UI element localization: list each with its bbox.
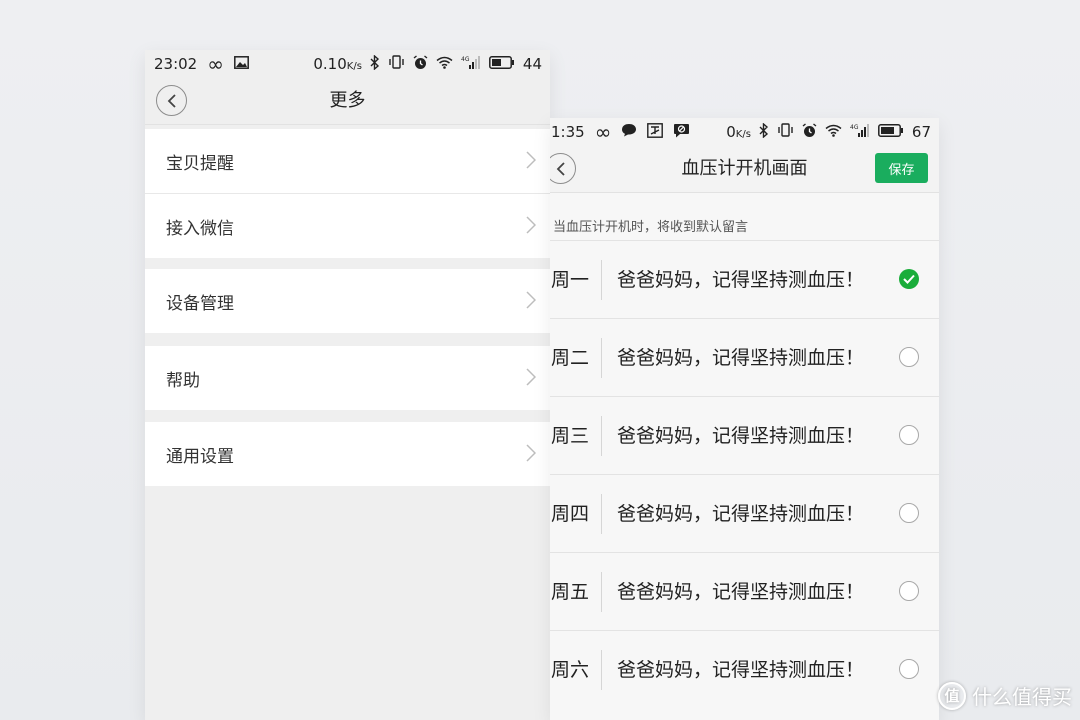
radio-button[interactable]	[899, 503, 919, 523]
menu-item-label: 接入微信	[166, 218, 234, 239]
status-bar: 23:02 ∞ 0.10K/s 4G 44	[145, 50, 550, 78]
signal-4g-icon: 4G	[850, 123, 870, 141]
status-bar: 1:35 ∞ 0K/s 4G 67	[550, 118, 939, 146]
radio-button[interactable]	[899, 581, 919, 601]
day-label: 周二	[551, 347, 590, 369]
infinity-icon: ∞	[594, 120, 612, 144]
chevron-right-icon	[526, 216, 536, 234]
page-title: 更多	[329, 90, 366, 111]
message-row-monday[interactable]: 周一 爸爸妈妈，记得坚持测血压！	[550, 240, 939, 319]
divider	[601, 338, 602, 378]
radio-button[interactable]	[899, 425, 919, 445]
back-button[interactable]	[156, 85, 187, 116]
day-label: 周五	[551, 581, 590, 603]
message-icon	[621, 123, 637, 141]
menu-item-connect-wechat[interactable]: 接入微信	[145, 194, 550, 258]
nav-bar: 更多	[145, 78, 550, 125]
app-notification-icon	[647, 122, 664, 142]
menu-item-label: 通用设置	[166, 446, 234, 467]
chevron-right-icon	[526, 444, 536, 462]
network-speed: 0K/s	[726, 123, 751, 141]
wifi-icon	[825, 123, 842, 141]
message-row-thursday[interactable]: 周四 爸爸妈妈，记得坚持测血压！	[550, 474, 939, 553]
radio-button[interactable]	[899, 347, 919, 367]
message-row-wednesday[interactable]: 周三 爸爸妈妈，记得坚持测血压！	[550, 396, 939, 475]
message-text: 爸爸妈妈，记得坚持测血压！	[617, 425, 865, 447]
menu-item-baby-reminder[interactable]: 宝贝提醒	[145, 129, 550, 193]
watermark-text: 什么值得买	[972, 685, 1072, 709]
selected-check-icon[interactable]	[899, 269, 919, 289]
network-speed: 0.10K/s	[313, 55, 362, 73]
watermark: 值 什么值得买	[938, 681, 1072, 710]
menu-item-help[interactable]: 帮助	[145, 346, 550, 410]
svg-text:4G: 4G	[850, 124, 859, 131]
divider	[601, 260, 602, 300]
boot-screen-settings: 1:35 ∞ 0K/s 4G 67 血压计开机画面 保存 当血压计开机时，将收到…	[550, 118, 939, 720]
message-text: 爸爸妈妈，记得坚持测血压！	[617, 347, 865, 369]
message-text: 爸爸妈妈，记得坚持测血压！	[617, 503, 865, 525]
chevron-left-icon	[167, 93, 176, 108]
message-text: 爸爸妈妈，记得坚持测血压！	[617, 659, 865, 681]
save-button[interactable]: 保存	[875, 153, 928, 183]
more-screen: 23:02 ∞ 0.10K/s 4G 44 更多 宝贝提醒 接入微信 设备管理 …	[145, 50, 550, 720]
message-row-tuesday[interactable]: 周二 爸爸妈妈，记得坚持测血压！	[550, 318, 939, 397]
clock-text: 1:35	[551, 123, 585, 141]
chevron-right-icon	[526, 368, 536, 386]
day-label: 周六	[551, 659, 590, 681]
battery-icon	[877, 123, 904, 141]
alarm-icon	[413, 54, 428, 74]
message-text: 爸爸妈妈，记得坚持测血压！	[617, 581, 865, 603]
vibrate-icon	[388, 55, 405, 73]
menu-item-label: 设备管理	[166, 293, 234, 314]
radio-button[interactable]	[899, 659, 919, 679]
chevron-right-icon	[526, 291, 536, 309]
menu-item-label: 帮助	[166, 370, 200, 391]
chevron-right-icon	[526, 151, 536, 169]
alarm-icon	[802, 122, 817, 142]
bluetooth-icon	[759, 121, 769, 142]
image-icon	[233, 55, 249, 73]
divider	[601, 650, 602, 690]
wifi-icon	[436, 55, 453, 73]
svg-text:4G: 4G	[461, 56, 470, 63]
watermark-logo: 值	[938, 681, 966, 710]
menu-item-general-settings[interactable]: 通用设置	[145, 422, 550, 486]
chevron-left-icon	[556, 161, 565, 176]
day-label: 周一	[551, 269, 590, 291]
message-row-saturday[interactable]: 周六 爸爸妈妈，记得坚持测血压！	[550, 630, 939, 709]
bluetooth-icon	[370, 53, 380, 74]
hint-text: 当血压计开机时，将收到默认留言	[553, 220, 749, 235]
blocked-message-icon	[673, 123, 690, 142]
divider	[601, 572, 602, 612]
clock-text: 23:02	[154, 55, 198, 73]
nav-bar: 血压计开机画面 保存	[550, 146, 939, 193]
battery-icon	[488, 55, 515, 73]
battery-level: 44	[522, 55, 542, 73]
divider	[601, 494, 602, 534]
day-label: 周三	[551, 425, 590, 447]
message-text: 爸爸妈妈，记得坚持测血压！	[617, 269, 865, 291]
menu-item-device-management[interactable]: 设备管理	[145, 269, 550, 333]
signal-4g-icon: 4G	[461, 55, 481, 73]
day-label: 周四	[551, 503, 590, 525]
vibrate-icon	[777, 123, 794, 141]
divider	[601, 416, 602, 456]
battery-level: 67	[911, 123, 931, 141]
infinity-icon: ∞	[207, 52, 224, 76]
menu-item-label: 宝贝提醒	[166, 153, 234, 174]
message-row-friday[interactable]: 周五 爸爸妈妈，记得坚持测血压！	[550, 552, 939, 631]
